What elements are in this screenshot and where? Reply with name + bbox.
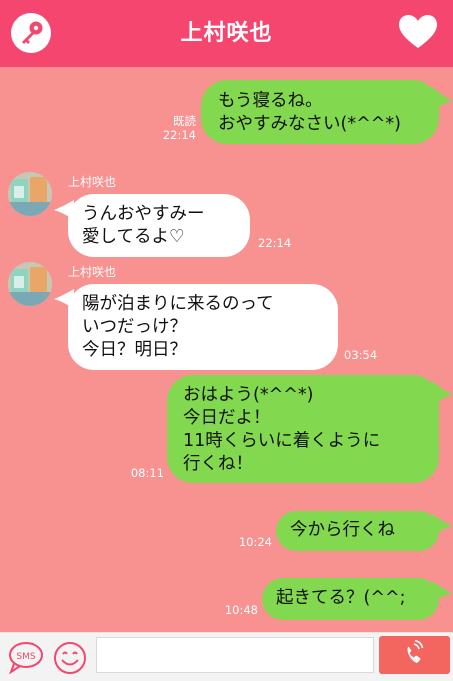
sender-name: 上村咲也 [68, 265, 117, 279]
bubble-tail [432, 87, 452, 111]
message-input[interactable] [96, 637, 374, 673]
bubble-tail [432, 514, 452, 536]
message-bubble[interactable]: うんおやすみー 愛してるよ♡ [68, 194, 250, 257]
favorite-button[interactable] [398, 14, 438, 50]
smiley-icon [54, 642, 86, 674]
sms-label: SMS [16, 652, 35, 662]
message-bubble[interactable]: おはよう(*^^*) 今日だよ！ 11時くらいに着くように 行くね！ [167, 375, 439, 483]
message-time: 10:24 [238, 535, 272, 549]
bubble-tail [432, 381, 452, 405]
call-button[interactable] [379, 636, 450, 674]
avatar-photo [8, 172, 52, 216]
phone-icon [407, 639, 424, 663]
sender-name: 上村咲也 [68, 175, 117, 189]
chat-title: 上村咲也 [180, 21, 273, 46]
avatar-photo [8, 262, 52, 306]
read-receipt: 既読 [173, 114, 196, 128]
bubble-tail [432, 581, 452, 603]
chat-header: 上村咲也 [0, 0, 453, 67]
avatar[interactable] [8, 172, 52, 216]
message-list[interactable]: 既読 22:14 もう寝るね。 おやすみなさい(*^^*) 上村咲也 うんおやす… [0, 67, 453, 632]
sms-button[interactable]: SMS [8, 640, 44, 675]
message-time: 08:11 [130, 466, 164, 480]
message-bubble[interactable]: 今から行くね [276, 511, 439, 551]
avatar[interactable] [8, 262, 52, 306]
message-bubble[interactable]: 陽が泊まりに来るのって いつだっけ？ 今日？明日？ [68, 284, 338, 370]
heart-icon [399, 15, 437, 48]
emoji-button[interactable] [53, 641, 87, 675]
message-bubble[interactable]: もう寝るね。 おやすみなさい(*^^*) [201, 80, 439, 144]
message-bubble[interactable]: 起きてる？(^^; [262, 578, 439, 620]
message-time: 03:54 [344, 348, 378, 362]
message-time: 10:48 [224, 603, 258, 617]
sms-icon: SMS [8, 642, 43, 675]
message-time: 22:14 [258, 236, 292, 250]
message-time: 22:14 [162, 128, 196, 142]
message-composer: SMS [0, 632, 453, 681]
